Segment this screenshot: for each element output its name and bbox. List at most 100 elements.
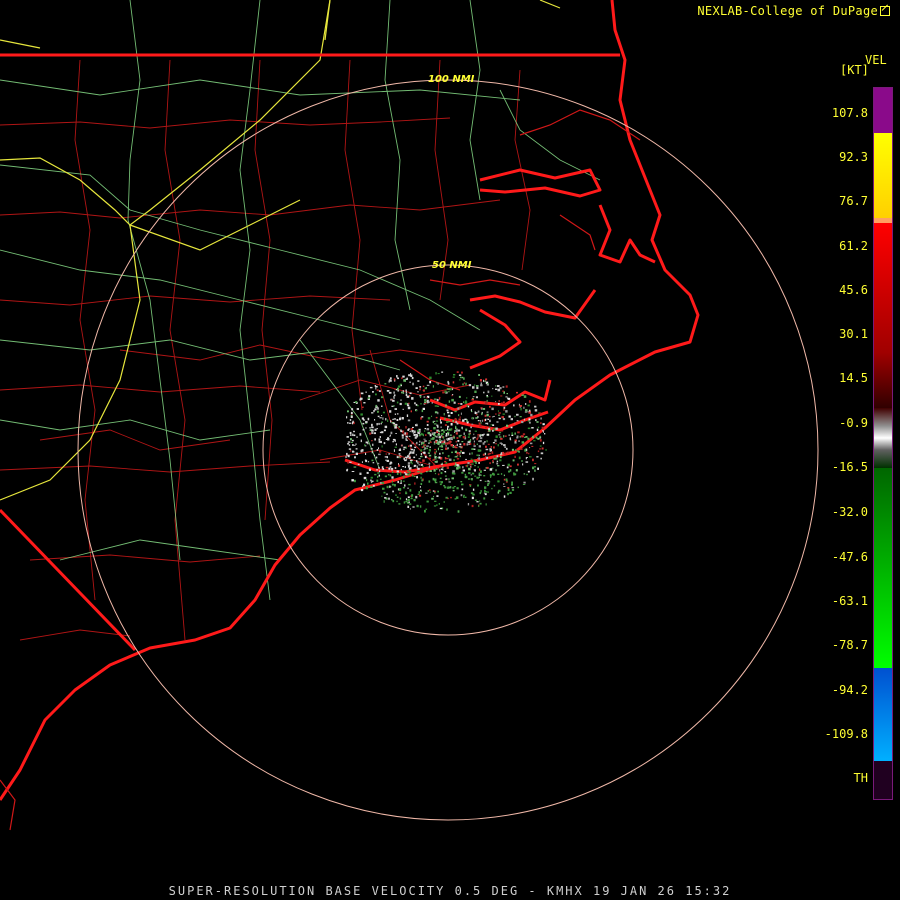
echo-pixel (377, 472, 380, 474)
echo-pixel (467, 436, 470, 438)
echo-pixel (452, 420, 454, 423)
echo-pixel (479, 424, 482, 427)
echo-pixel (420, 453, 423, 456)
echo-pixel (389, 410, 392, 413)
echo-pixel (412, 426, 414, 428)
echo-pixel (459, 379, 461, 381)
nexlab-credit[interactable]: NEXLAB-College of DuPage (697, 4, 890, 18)
echo-pixel (438, 456, 441, 459)
echo-pixel (495, 469, 497, 472)
echo-pixel (398, 426, 400, 428)
echo-pixel (449, 408, 451, 410)
color-seg-red (874, 223, 892, 408)
echo-pixel (405, 391, 407, 393)
echo-pixel (395, 443, 397, 446)
echo-pixel (444, 390, 447, 393)
echo-pixel (430, 430, 432, 432)
echo-pixel (461, 483, 464, 486)
echo-pixel (428, 442, 430, 444)
echo-pixel (397, 390, 400, 392)
echo-pixel (346, 452, 348, 456)
legend-tick: -109.8 (824, 727, 868, 741)
echo-pixel (393, 391, 395, 394)
echo-pixel (429, 376, 432, 379)
echo-pixel (398, 453, 401, 455)
echo-pixel (410, 461, 413, 463)
echo-pixel (355, 452, 358, 455)
echo-pixel (507, 463, 510, 467)
echo-pixel (391, 468, 393, 471)
echo-pixel (468, 430, 471, 433)
echo-pixel (433, 433, 436, 436)
echo-pixel (511, 483, 513, 486)
echo-pixel (454, 410, 457, 413)
echo-pixel (421, 446, 424, 448)
echo-pixel (380, 422, 382, 425)
echo-pixel (520, 448, 523, 450)
echo-pixel (455, 426, 457, 429)
echo-pixel (393, 394, 396, 397)
echo-pixel (377, 462, 380, 465)
echo-pixel (427, 490, 429, 493)
echo-pixel (398, 464, 401, 467)
echo-pixel (407, 403, 409, 405)
echo-pixel (468, 472, 471, 475)
echo-pixel (435, 382, 438, 384)
echo-pixel (376, 428, 378, 430)
echo-pixel (484, 426, 487, 429)
echo-pixel (400, 468, 402, 471)
echo-pixel (399, 448, 401, 450)
echo-pixel (517, 431, 520, 434)
echo-pixel (391, 480, 393, 483)
echo-pixel (393, 449, 395, 452)
echo-pixel (380, 481, 382, 485)
echo-pixel (471, 479, 473, 481)
echo-pixel (487, 453, 490, 456)
echo-pixel (536, 428, 539, 432)
echo-pixel (362, 406, 364, 408)
echo-pixel (477, 466, 479, 468)
echo-pixel (360, 439, 362, 443)
echo-pixel (360, 397, 363, 400)
echo-pixel (459, 455, 461, 458)
echo-pixel (413, 464, 417, 467)
echo-pixel (393, 378, 396, 381)
echo-pixel (365, 441, 369, 444)
echo-pixel (360, 449, 363, 453)
echo-pixel (360, 413, 363, 416)
echo-pixel (433, 495, 435, 498)
echo-pixel (453, 486, 456, 488)
echo-pixel (494, 439, 497, 442)
external-link-icon[interactable] (880, 6, 890, 16)
echo-pixel (422, 452, 426, 454)
echo-pixel (440, 471, 443, 475)
echo-pixel (420, 443, 423, 446)
echo-pixel (378, 466, 380, 469)
echo-pixel (459, 376, 462, 379)
echo-pixel (407, 455, 410, 458)
radar-map[interactable]: 100 NMI 50 NMI (0, 0, 900, 900)
echo-pixel (384, 383, 387, 385)
echo-pixel (415, 460, 418, 463)
echo-pixel (396, 419, 399, 421)
echo-pixel (409, 489, 412, 492)
echo-pixel (405, 393, 408, 396)
echo-pixel (500, 437, 503, 440)
echo-pixel (502, 464, 505, 466)
echo-pixel (440, 426, 442, 428)
echo-pixel (484, 414, 487, 417)
echo-pixel (399, 455, 402, 458)
echo-pixel (375, 387, 377, 390)
echo-pixel (448, 481, 451, 483)
echo-pixel (471, 504, 474, 508)
echo-pixel (415, 410, 418, 412)
echo-pixel (415, 471, 418, 473)
echo-pixel (418, 491, 421, 494)
echo-pixel (435, 450, 437, 453)
echo-pixel (417, 461, 419, 465)
echo-pixel (403, 501, 406, 504)
echo-pixel (388, 497, 390, 500)
echo-pixel (448, 390, 450, 393)
echo-pixel (461, 376, 464, 379)
echo-pixel (389, 485, 391, 488)
